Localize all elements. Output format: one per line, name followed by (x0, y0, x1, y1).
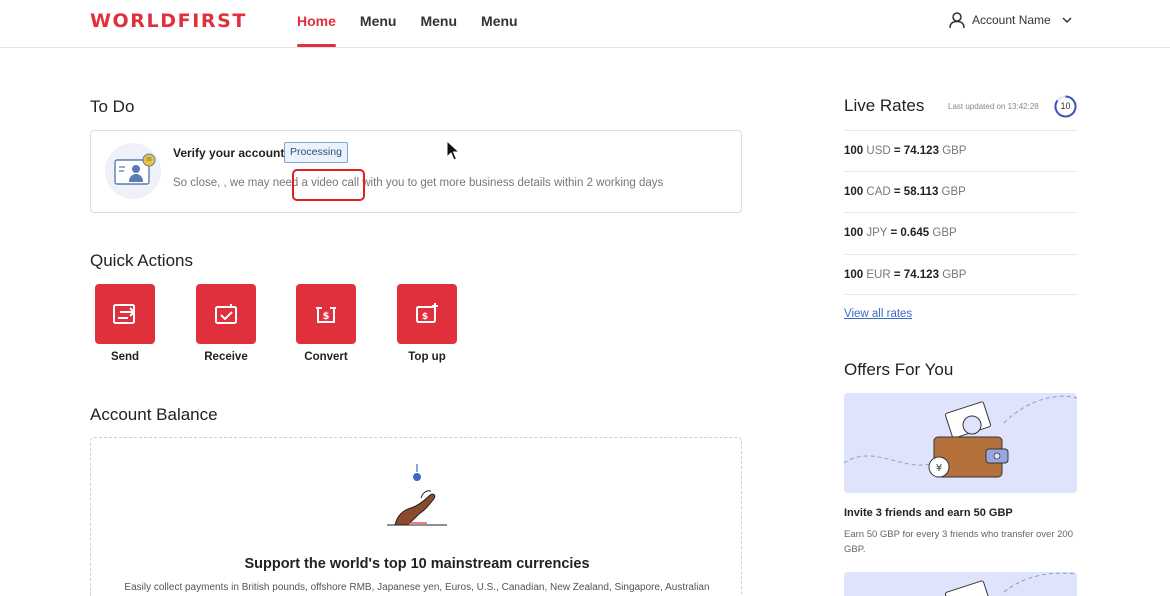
rate-to-currency: GBP (942, 269, 967, 281)
balance-heading: Support the world's top 10 mainstream cu… (244, 556, 590, 572)
rate-row: 100 EUR = 74.123 GBP (844, 254, 1077, 295)
todo-section-title: To Do (90, 97, 135, 116)
main-nav: Home Menu Menu Menu (297, 0, 542, 48)
worldfirst-logo[interactable]: WORLDFIRST (90, 10, 247, 32)
rate-equals: = (890, 227, 898, 239)
rate-amount: 100 (844, 227, 864, 239)
top-up-icon: $ (416, 303, 438, 323)
todo-item-description: So close, , we may need a video call wit… (173, 177, 664, 189)
chevron-down-icon (1062, 17, 1072, 24)
rate-from-currency: USD (866, 145, 891, 157)
rate-value: 58.113 (903, 186, 939, 198)
svg-text:$: $ (323, 311, 330, 322)
rate-amount: 100 (844, 145, 864, 157)
rate-equals: = (893, 145, 901, 157)
convert-label: Convert (304, 351, 348, 363)
send-label: Send (110, 351, 140, 363)
top-header: WORLDFIRST Home Menu Menu Menu Account N… (0, 0, 1170, 48)
rate-equals: = (893, 186, 901, 198)
nav-menu-1[interactable]: Menu (360, 0, 397, 48)
verify-account-card[interactable]: Verify your account Processing So close,… (90, 130, 742, 213)
offers-title: Offers For You (844, 360, 954, 379)
rate-amount: 100 (844, 269, 864, 281)
mouse-cursor-icon (446, 140, 460, 161)
top-up-action[interactable]: $ Top up (387, 284, 467, 363)
wallet-illustration (944, 572, 1077, 596)
send-icon (113, 304, 136, 324)
last-updated-text: Last updated on 13:42:28 (948, 102, 1039, 111)
receive-icon (215, 304, 237, 324)
convert-button[interactable]: $ (296, 284, 356, 344)
svg-text:¥: ¥ (936, 463, 942, 474)
wallet-illustration: ¥ (844, 395, 1077, 478)
nav-menu-3[interactable]: Menu (481, 0, 518, 48)
rate-amount: 100 (844, 186, 864, 198)
offer-card-image[interactable]: ¥ (844, 393, 1077, 493)
id-card-icon (105, 143, 161, 199)
offer-description: Earn 50 GBP for every 3 friends who tran… (844, 529, 1073, 555)
send-action[interactable]: Send (85, 284, 165, 363)
account-balance-empty-state: Support the world's top 10 mainstream cu… (90, 437, 742, 596)
send-button[interactable] (95, 284, 155, 344)
top-up-label: Top up (408, 351, 446, 363)
convert-icon: $ (316, 307, 336, 323)
rate-to-currency: GBP (941, 186, 966, 198)
annotation-highlight (292, 169, 365, 201)
nav-menu-2[interactable]: Menu (420, 0, 457, 48)
status-badge: Processing (284, 142, 348, 163)
offer-card-image[interactable] (844, 572, 1077, 596)
receive-label: Receive (204, 351, 248, 363)
rate-value: 74.123 (903, 269, 939, 281)
rate-to-currency: GBP (942, 145, 967, 157)
rate-row: 100 JPY = 0.645 GBP (844, 212, 1077, 253)
quick-actions-title: Quick Actions (90, 251, 193, 270)
top-up-button[interactable]: $ (397, 284, 457, 344)
svg-text:$: $ (422, 312, 428, 322)
live-rates-title: Live Rates (844, 96, 925, 115)
account-name: Account Name (972, 13, 1051, 27)
user-icon (949, 12, 965, 29)
hand-coin-illustration (387, 464, 447, 526)
rate-row: 100 USD = 74.123 GBP (844, 130, 1077, 171)
balance-subtext: Easily collect payments in British pound… (124, 582, 710, 593)
rate-to-currency: GBP (932, 227, 957, 239)
offer-title[interactable]: Invite 3 friends and earn 50 GBP (844, 507, 1013, 519)
nav-home[interactable]: Home (297, 0, 336, 48)
rate-from-currency: CAD (866, 186, 891, 198)
view-all-rates-link[interactable]: View all rates (844, 308, 912, 320)
rate-equals: = (893, 269, 901, 281)
account-balance-title: Account Balance (90, 405, 218, 424)
refresh-countdown: 10 (1060, 101, 1071, 111)
rate-value: 0.645 (900, 227, 930, 239)
rate-value: 74.123 (903, 145, 939, 157)
account-menu[interactable]: Account Name (948, 11, 1073, 29)
rate-row: 100 CAD = 58.113 GBP (844, 171, 1077, 212)
receive-button[interactable] (196, 284, 256, 344)
rate-from-currency: JPY (866, 227, 888, 239)
receive-action[interactable]: Receive (186, 284, 266, 363)
rate-from-currency: EUR (866, 269, 891, 281)
todo-item-title: Verify your account (173, 146, 285, 160)
convert-action[interactable]: $ Convert (286, 284, 366, 363)
